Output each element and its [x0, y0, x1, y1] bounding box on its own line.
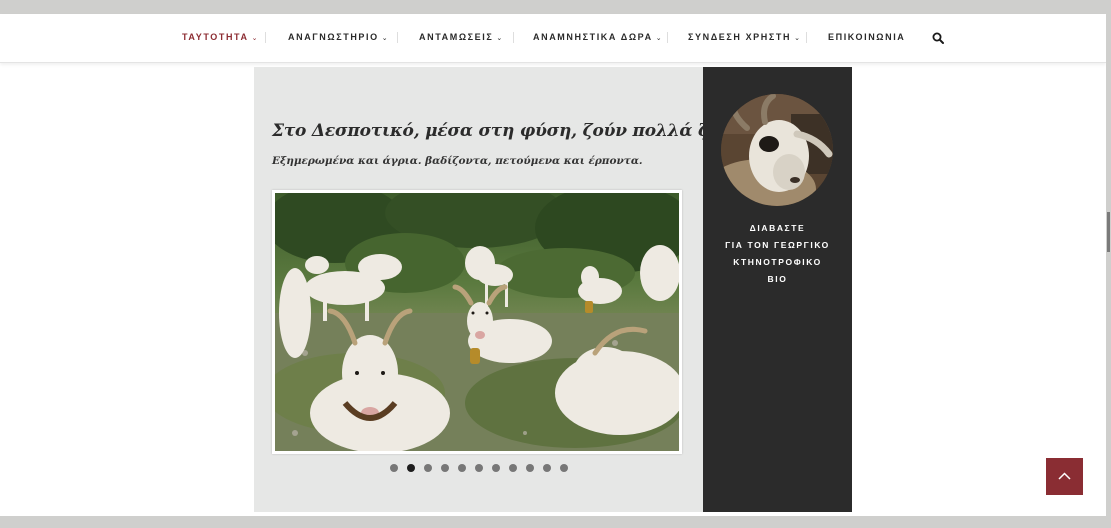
chevron-down-icon: ⌄ — [655, 35, 662, 42]
chevron-down-icon: ⌄ — [794, 35, 800, 42]
nav-item-identity[interactable]: ΤΑΥΤΟΤΗΤΑ ⌄ — [182, 32, 257, 42]
chevron-down-icon: ⌄ — [251, 35, 258, 42]
search-icon[interactable] — [932, 31, 944, 44]
nav-item-user-login[interactable]: ΣΥΝΔΕΣΗ ΧΡΗΣΤΗ ⌄ — [688, 32, 800, 42]
slider-dot[interactable] — [509, 464, 517, 472]
nav-item-meetings[interactable]: ΑΝΤΑΜΩΣΕΙΣ ⌄ — [419, 32, 502, 42]
slider-dot[interactable] — [458, 464, 466, 472]
nav-separator — [397, 32, 398, 43]
nav-separator — [667, 32, 668, 43]
chevron-up-icon — [1058, 472, 1071, 480]
chevron-down-icon: ⌄ — [496, 35, 503, 42]
goat-portrait — [721, 94, 833, 206]
nav-separator — [806, 32, 807, 43]
avatar[interactable] — [721, 94, 833, 206]
read-biography-link[interactable]: ΔΙΑΒΑΣΤΕ ΓΙΑ ΤΟΝ ΓΕΩΡΓΙΚΟ ΚΤΗΝΟΤΡΟΦΙΚΟ Β… — [703, 220, 852, 288]
browser-bottom-strip — [0, 516, 1111, 528]
page-subtitle: Εξημερωμένα και άγρια. βαδίζοντα, πετούμ… — [272, 155, 643, 167]
nav-separator — [513, 32, 514, 43]
chevron-down-icon: ⌄ — [381, 35, 388, 42]
slider-dot[interactable] — [560, 464, 568, 472]
slider-dot[interactable] — [526, 464, 534, 472]
slider-dot[interactable] — [475, 464, 483, 472]
nav-item-contact[interactable]: ΕΠΙΚΟΙΝΩΝΙΑ — [828, 32, 905, 42]
scrollbar-track[interactable] — [1106, 0, 1111, 528]
browser-top-strip — [0, 0, 1111, 14]
nav-item-souvenirs[interactable]: ΑΝΑΜΝΗΣΤΙΚΑ ΔΩΡΑ ⌄ — [533, 32, 662, 42]
slider-dot-active[interactable] — [407, 464, 415, 472]
page-title: Στο Δεσποτικό, μέσα στη φύση, ζούν πολλά… — [272, 121, 743, 141]
slider-dot[interactable] — [543, 464, 551, 472]
slider-dot[interactable] — [492, 464, 500, 472]
scrollbar-thumb[interactable] — [1107, 212, 1110, 252]
back-to-top-button[interactable] — [1046, 458, 1083, 495]
slider-dot[interactable] — [390, 464, 398, 472]
nav-item-reading-room[interactable]: ΑΝΑΓΝΩΣΤΗΡΙΟ ⌄ — [288, 32, 388, 42]
goats-photo — [275, 193, 679, 451]
nav-separator — [265, 32, 266, 43]
slider-dot[interactable] — [441, 464, 449, 472]
image-slider[interactable] — [272, 190, 682, 454]
slider-dot[interactable] — [424, 464, 432, 472]
main-navigation: ΤΑΥΤΟΤΗΤΑ ⌄ ΑΝΑΓΝΩΣΤΗΡΙΟ ⌄ ΑΝΤΑΜΩΣΕΙΣ ⌄ ΑΝΑ… — [0, 14, 1106, 63]
